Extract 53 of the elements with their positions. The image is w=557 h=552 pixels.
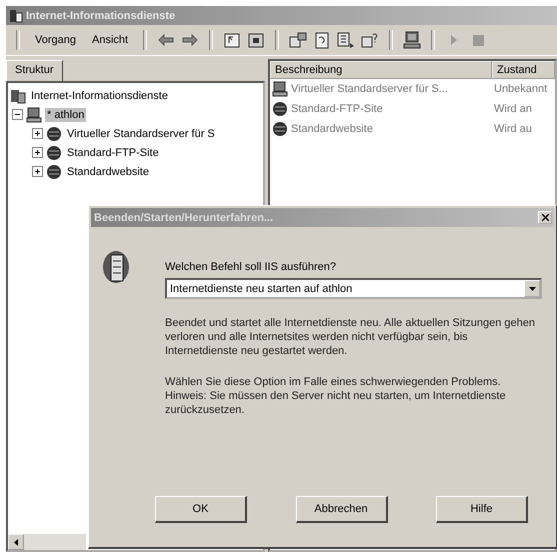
- dropdown-arrow-icon[interactable]: [528, 286, 536, 290]
- description-text: Wählen Sie diese Option im Falle eines schwerwiegenden Problems. Hinweis: Sie müssen den Server nicht neu starten, um Internetdienste zurückzusetzen.: [165, 375, 507, 417]
- horizontal-scrollbar[interactable]: [8, 534, 86, 550]
- globe-icon: [46, 144, 62, 160]
- tree-item[interactable]: Virtueller Standardserver für S: [65, 126, 217, 140]
- expand-toggle-icon[interactable]: [32, 128, 43, 139]
- tree-item[interactable]: Standardwebsite: [65, 164, 151, 178]
- description-text: Beendet und startet alle Internetdienste neu. Alle aktuellen Sitzungen gehen verloren und alle Internetsites werden nicht verfügbar sein, bis Internetdienste neu gestartet werden.: [165, 316, 536, 358]
- globe-icon: [46, 126, 62, 142]
- close-button[interactable]: [538, 211, 552, 224]
- menu-item[interactable]: Vorgang: [28, 32, 83, 48]
- dialog-button[interactable]: Hilfe: [436, 496, 528, 523]
- dialog-title: Beenden/Starten/Herunterfahren...: [94, 212, 274, 224]
- collapse-toggle-icon[interactable]: [12, 109, 23, 120]
- table-cell-text: Standard-FTP-Site: [291, 103, 384, 115]
- dialog-button[interactable]: OK: [155, 496, 247, 523]
- menu-item[interactable]: Ansicht: [84, 32, 136, 48]
- dialog-button[interactable]: Abbrechen: [296, 496, 388, 523]
- properties-icon[interactable]: [289, 32, 308, 48]
- computer-icon: [272, 81, 288, 97]
- back-arrow-icon[interactable]: [158, 34, 174, 46]
- tree-item[interactable]: Standard-FTP-Site: [65, 146, 161, 160]
- globe-icon: [272, 121, 288, 137]
- column-header[interactable]: Beschreibung: [270, 61, 492, 79]
- computer-icon: [26, 106, 42, 122]
- globe-icon: [272, 101, 288, 117]
- app-icon: [9, 8, 23, 22]
- table-cell-text: Standardwebsite: [291, 123, 374, 135]
- table-cell-text: Wird au: [494, 123, 533, 135]
- table-cell-text: Virtueller Standardserver für S...: [291, 83, 449, 95]
- computer-icon[interactable]: [403, 31, 422, 49]
- help-icon[interactable]: [361, 32, 380, 48]
- table-cell-text: Wird an: [494, 103, 533, 115]
- expand-toggle-icon[interactable]: [32, 147, 43, 158]
- table-cell-text: Unbekannt: [494, 83, 548, 95]
- server-icon: [101, 249, 131, 285]
- tab[interactable]: Struktur: [6, 60, 63, 81]
- tree-item[interactable]: * athlon: [45, 108, 86, 122]
- window-title: Internet-Informationsdienste: [26, 10, 176, 22]
- export-list-icon[interactable]: [337, 32, 356, 48]
- command-dropdown[interactable]: Internetdienste neu starten auf athlon: [165, 278, 542, 299]
- forward-arrow-icon[interactable]: [182, 34, 198, 46]
- expand-toggle-icon[interactable]: [32, 166, 43, 177]
- globe-icon: [46, 164, 62, 180]
- pane-icon[interactable]: [248, 32, 264, 48]
- folder-up-icon[interactable]: [224, 32, 240, 48]
- refresh-icon[interactable]: [315, 32, 330, 48]
- question-label: Welchen Befehl soll IIS ausführen?: [165, 261, 338, 273]
- scroll-left-icon[interactable]: [14, 538, 18, 546]
- close-icon[interactable]: [542, 214, 548, 221]
- server-tree-icon: [10, 88, 26, 104]
- column-header[interactable]: Zustand: [492, 61, 555, 79]
- tree-item[interactable]: Internet-Informationsdienste: [29, 88, 170, 102]
